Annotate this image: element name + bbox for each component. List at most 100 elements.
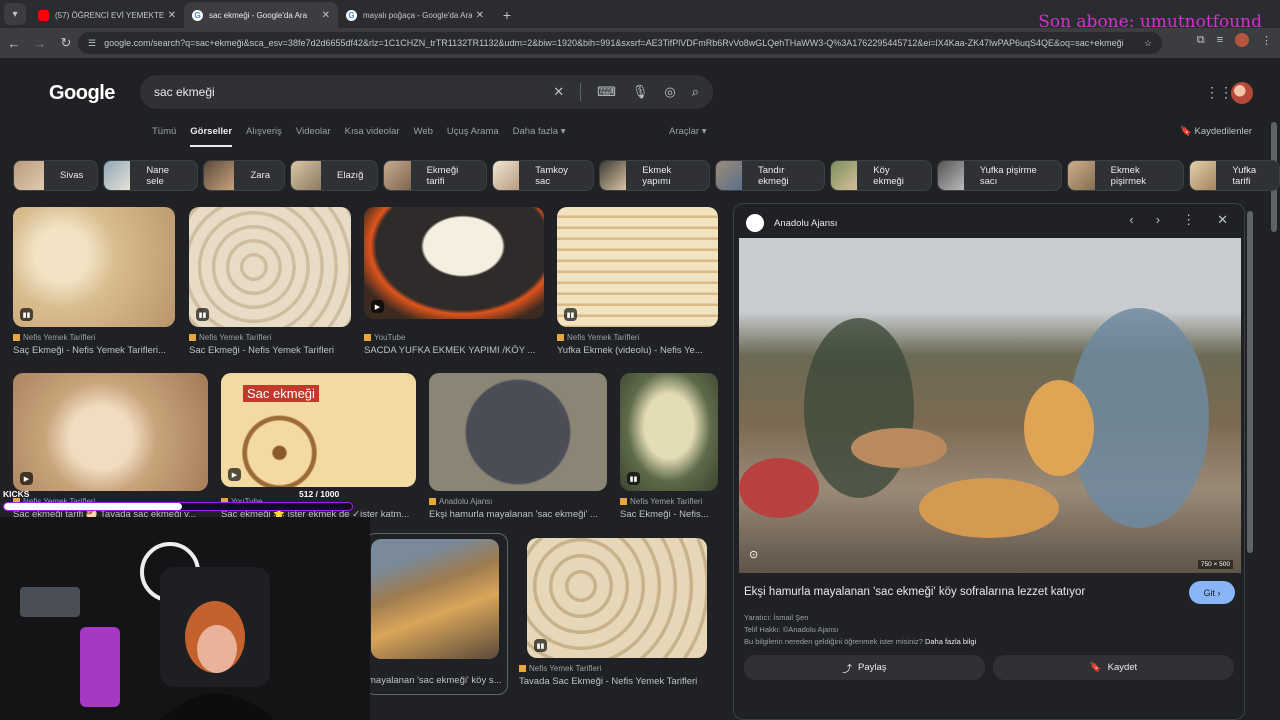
save-button[interactable]: 🔖 Kaydet <box>993 655 1234 680</box>
visit-button[interactable]: Git › <box>1189 581 1235 604</box>
video-badge-icon: ▮▮ <box>196 308 209 321</box>
share-button[interactable]: ⤴ Paylaş <box>744 655 985 680</box>
result-image[interactable] <box>429 373 607 491</box>
image-result[interactable]: ▮▮ Nefis Yemek Tarifleri Sac Ekmeği - Ne… <box>189 207 351 357</box>
result-image[interactable]: ▮▮ <box>620 373 718 491</box>
chip[interactable]: Ekmek pişirmek <box>1067 160 1185 191</box>
account-avatar[interactable] <box>1231 82 1253 104</box>
result-caption[interactable]: Sac Ekmeği - Nefis Yemek Tarifleri <box>189 345 351 356</box>
chip-thumbnail <box>600 161 627 190</box>
image-result[interactable]: ▶ Nefis Yemek Tarifleri Sac ekmeği tarif… <box>13 373 208 523</box>
result-source[interactable]: Nefis Yemek Tarifleri <box>557 333 718 342</box>
back-button[interactable]: ← <box>2 31 26 55</box>
result-source[interactable]: YouTube <box>364 333 544 342</box>
result-image[interactable]: ▮▮ <box>527 538 707 658</box>
image-result[interactable]: ▮▮ Nefis Yemek Tarifleri Tavada Sac Ekme… <box>519 538 709 688</box>
close-icon[interactable]: ✕ <box>476 10 484 21</box>
chip[interactable]: Tandır ekmeği <box>714 160 826 191</box>
chip[interactable]: Ekmek yapımı <box>599 160 710 191</box>
profile-avatar[interactable] <box>1235 33 1249 47</box>
chip[interactable]: Sivas <box>13 160 99 191</box>
chip[interactable]: Elazığ <box>290 160 379 191</box>
image-result[interactable]: ▶ YouTube SACDA YUFKA EKMEK YAPIMI /KÖY … <box>364 207 544 357</box>
result-caption[interactable]: Sac Ekmeği - Nefis... <box>620 509 718 520</box>
browser-tab[interactable]: (57) ÖĞRENCİ EVİ YEMEKTEYİZ ✕ <box>30 2 184 28</box>
image-result[interactable]: ▮▮ Nefis Yemek Tarifleri Sac Ekmeği - Ne… <box>620 373 718 523</box>
tab-all[interactable]: Tümü <box>152 126 176 147</box>
tab-flights[interactable]: Uçuş Arama <box>447 126 499 147</box>
close-icon[interactable]: ✕ <box>322 10 330 21</box>
result-image[interactable] <box>371 539 499 659</box>
address-bar[interactable]: ☰ google.com/search?q=sac+ekmeği&sca_esv… <box>78 32 1162 54</box>
tab-shopping[interactable]: Alışveriş <box>246 126 282 147</box>
chip[interactable]: Zara <box>203 160 286 191</box>
result-source[interactable]: Nefis Yemek Tarifleri <box>13 333 175 342</box>
chip[interactable]: Ekmeği tarifi <box>383 160 488 191</box>
microphone-icon[interactable]: 🎙 <box>632 84 649 100</box>
result-caption[interactable]: mayalanan 'sac ekmeği' köy s... <box>368 675 503 686</box>
reading-list-icon[interactable]: ≡ <box>1217 34 1223 46</box>
site-info-icon[interactable]: ☰ <box>88 38 96 49</box>
result-source[interactable]: Nefis Yemek Tarifleri <box>519 664 709 673</box>
extensions-icon[interactable]: ⧉ <box>1197 34 1205 47</box>
previous-icon[interactable]: ‹ <box>1129 212 1133 228</box>
tab-videos[interactable]: Videolar <box>296 126 331 147</box>
bookmark-star-icon[interactable]: ☆ <box>1144 38 1152 49</box>
result-caption[interactable]: Tavada Sac Ekmeği - Nefis Yemek Tarifler… <box>519 676 709 687</box>
clear-icon[interactable]: ✕ <box>553 84 564 100</box>
close-icon[interactable]: ✕ <box>168 10 176 21</box>
next-icon[interactable]: › <box>1156 212 1160 228</box>
result-image[interactable]: ▮▮ <box>13 207 175 327</box>
panel-scrollbar[interactable] <box>1247 211 1253 553</box>
search-icon[interactable]: ⌕ <box>692 84 699 100</box>
google-icon: G <box>192 9 203 21</box>
google-logo[interactable]: Google <box>49 82 115 105</box>
result-source[interactable]: Anadolu Ajansı <box>429 497 607 506</box>
tab-more[interactable]: Daha fazla ▾ <box>513 126 566 147</box>
result-image[interactable]: ▮▮ <box>557 207 718 327</box>
image-result[interactable]: ▮▮ Nefis Yemek Tarifleri Saç Ekmeği - Ne… <box>13 207 175 357</box>
close-icon[interactable]: ✕ <box>1217 212 1228 228</box>
lens-icon[interactable]: ◎ <box>664 84 675 100</box>
tab-short-videos[interactable]: Kısa videolar <box>345 126 400 147</box>
result-caption[interactable]: Ekşi hamurla mayalanan 'sac ekmeği' ... <box>429 509 607 520</box>
image-result[interactable]: Sac ekmeği ▶ YouTube Sac ekmeği 🌟 ister … <box>221 373 416 523</box>
image-result[interactable]: ▮▮ Nefis Yemek Tarifleri Yufka Ekmek (vi… <box>557 207 718 357</box>
forward-button[interactable]: → <box>28 31 52 55</box>
browser-tab-active[interactable]: G sac ekmeği - Google'da Ara ✕ <box>184 2 338 28</box>
tab-search-button[interactable]: ▾ <box>4 3 26 25</box>
search-input[interactable] <box>154 85 554 99</box>
result-image[interactable]: ▮▮ <box>189 207 351 327</box>
tab-web[interactable]: Web <box>414 126 433 147</box>
saved-button[interactable]: 🔖 Kaydedilenler <box>1180 126 1252 137</box>
tools-button[interactable]: Araçlar ▾ <box>669 126 707 137</box>
result-source[interactable]: Nefis Yemek Tarifleri <box>620 497 718 506</box>
keyboard-icon[interactable]: ⌨ <box>597 84 616 100</box>
browser-tab[interactable]: G mayalı poğaça - Google'da Ara ✕ <box>338 2 492 28</box>
new-tab-button[interactable]: + <box>498 6 516 24</box>
chip[interactable]: Köy ekmeği <box>830 160 932 191</box>
result-caption[interactable]: SACDA YUFKA EKMEK YAPIMI /KÖY ... <box>364 345 544 356</box>
result-image[interactable]: Sac ekmeği ▶ <box>221 373 416 487</box>
menu-icon[interactable]: ⋮ <box>1261 34 1272 47</box>
image-result-selected[interactable]: mayalanan 'sac ekmeği' köy s... <box>365 533 508 695</box>
preview-image[interactable]: ⊙ 750 × 500 <box>739 238 1241 573</box>
panel-source-name[interactable]: Anadolu Ajansı <box>774 218 837 229</box>
result-image[interactable]: ▶ <box>364 207 544 319</box>
learn-more-link[interactable]: Daha fazla bilgi <box>925 637 976 646</box>
search-box[interactable]: ✕ ⌨ 🎙 ◎ ⌕ <box>140 75 713 109</box>
result-image[interactable]: ▶ <box>13 373 208 491</box>
preview-title[interactable]: Ekşi hamurla mayalanan 'sac ekmeği' köy … <box>744 586 1085 598</box>
result-caption[interactable]: Saç Ekmeği - Nefis Yemek Tarifleri... <box>13 345 175 356</box>
result-caption[interactable]: Yufka Ekmek (videolu) - Nefis Ye... <box>557 345 718 356</box>
chip[interactable]: Yufka tarifi <box>1189 160 1280 191</box>
tab-images[interactable]: Görseller <box>190 126 233 147</box>
lens-search-icon[interactable]: ⊙ <box>749 548 758 561</box>
chip[interactable]: Tamkoy sac <box>492 160 594 191</box>
chip[interactable]: Yufka pişirme sacı <box>936 160 1063 191</box>
reload-button[interactable]: ↻ <box>54 31 78 55</box>
result-source[interactable]: Nefis Yemek Tarifleri <box>189 333 351 342</box>
chip[interactable]: Nane sele <box>103 160 199 191</box>
image-result[interactable]: Anadolu Ajansı Ekşi hamurla mayalanan 's… <box>429 373 607 523</box>
more-options-icon[interactable]: ⋮ <box>1182 212 1195 228</box>
